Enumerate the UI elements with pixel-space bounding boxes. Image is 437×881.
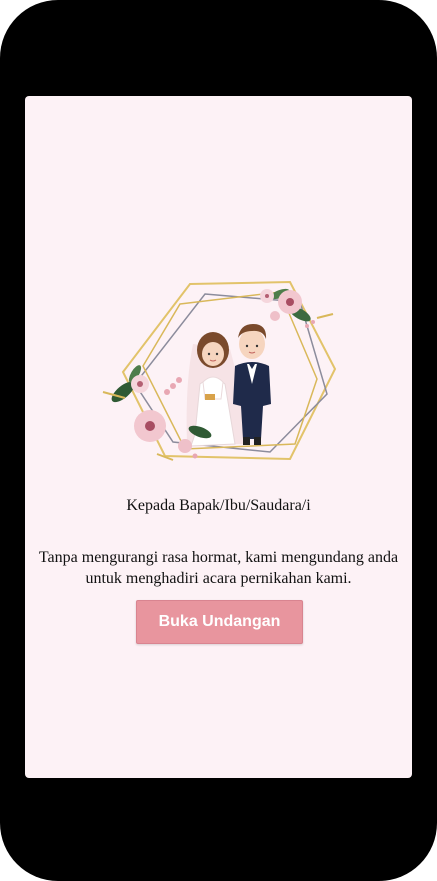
phone-frame: Kepada Bapak/Ibu/Saudara/i Tanpa mengura… (0, 0, 437, 881)
invitation-screen: Kepada Bapak/Ibu/Saudara/i Tanpa mengura… (25, 96, 412, 778)
couple-illustration (102, 280, 337, 461)
open-invitation-button[interactable]: Buka Undangan (136, 600, 303, 644)
flower-decoration-icon (260, 288, 334, 328)
greeting-text: Kepada Bapak/Ibu/Saudara/i (126, 497, 311, 514)
invitation-message: Tanpa mengurangi rasa hormat, kami mengu… (38, 549, 399, 587)
